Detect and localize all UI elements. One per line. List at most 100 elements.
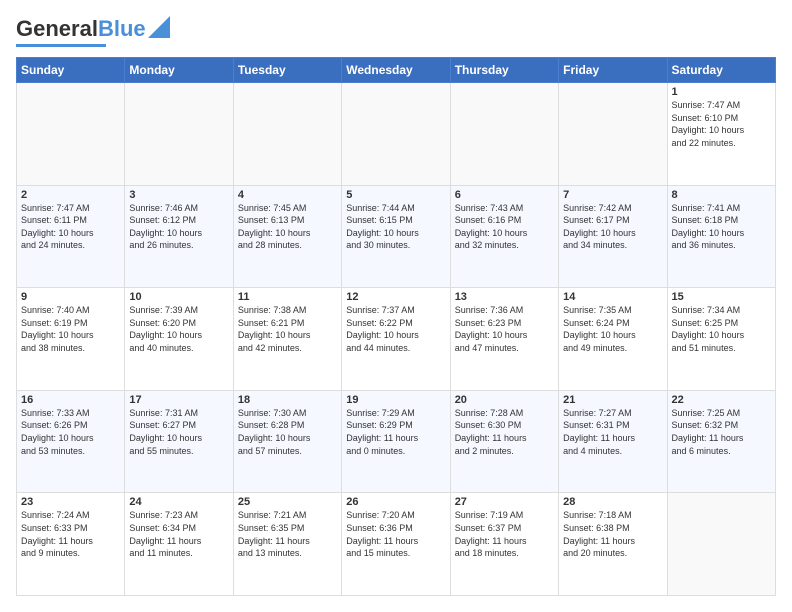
col-header-tuesday: Tuesday: [233, 58, 341, 83]
calendar-cell: 14Sunrise: 7:35 AM Sunset: 6:24 PM Dayli…: [559, 288, 667, 391]
day-number: 26: [346, 496, 445, 508]
calendar-cell: 12Sunrise: 7:37 AM Sunset: 6:22 PM Dayli…: [342, 288, 450, 391]
day-number: 9: [21, 291, 120, 303]
week-row-4: 23Sunrise: 7:24 AM Sunset: 6:33 PM Dayli…: [17, 493, 776, 596]
cell-info: Sunrise: 7:21 AM Sunset: 6:35 PM Dayligh…: [238, 509, 337, 559]
calendar-header-row: SundayMondayTuesdayWednesdayThursdayFrid…: [17, 58, 776, 83]
col-header-saturday: Saturday: [667, 58, 775, 83]
calendar-cell: 22Sunrise: 7:25 AM Sunset: 6:32 PM Dayli…: [667, 390, 775, 493]
calendar-cell: 1Sunrise: 7:47 AM Sunset: 6:10 PM Daylig…: [667, 83, 775, 186]
col-header-monday: Monday: [125, 58, 233, 83]
calendar-cell: 9Sunrise: 7:40 AM Sunset: 6:19 PM Daylig…: [17, 288, 125, 391]
calendar-cell: 19Sunrise: 7:29 AM Sunset: 6:29 PM Dayli…: [342, 390, 450, 493]
cell-info: Sunrise: 7:24 AM Sunset: 6:33 PM Dayligh…: [21, 509, 120, 559]
cell-info: Sunrise: 7:19 AM Sunset: 6:37 PM Dayligh…: [455, 509, 554, 559]
header: GeneralBlue: [16, 16, 776, 47]
day-number: 17: [129, 394, 228, 406]
day-number: 6: [455, 189, 554, 201]
calendar-cell: [559, 83, 667, 186]
cell-info: Sunrise: 7:18 AM Sunset: 6:38 PM Dayligh…: [563, 509, 662, 559]
calendar-cell: 20Sunrise: 7:28 AM Sunset: 6:30 PM Dayli…: [450, 390, 558, 493]
calendar-cell: 23Sunrise: 7:24 AM Sunset: 6:33 PM Dayli…: [17, 493, 125, 596]
cell-info: Sunrise: 7:36 AM Sunset: 6:23 PM Dayligh…: [455, 304, 554, 354]
calendar-cell: 25Sunrise: 7:21 AM Sunset: 6:35 PM Dayli…: [233, 493, 341, 596]
day-number: 28: [563, 496, 662, 508]
calendar-cell: 15Sunrise: 7:34 AM Sunset: 6:25 PM Dayli…: [667, 288, 775, 391]
calendar: SundayMondayTuesdayWednesdayThursdayFrid…: [16, 57, 776, 596]
cell-info: Sunrise: 7:31 AM Sunset: 6:27 PM Dayligh…: [129, 407, 228, 457]
calendar-cell: [17, 83, 125, 186]
calendar-cell: [342, 83, 450, 186]
cell-info: Sunrise: 7:34 AM Sunset: 6:25 PM Dayligh…: [672, 304, 771, 354]
cell-info: Sunrise: 7:30 AM Sunset: 6:28 PM Dayligh…: [238, 407, 337, 457]
day-number: 18: [238, 394, 337, 406]
cell-info: Sunrise: 7:23 AM Sunset: 6:34 PM Dayligh…: [129, 509, 228, 559]
cell-info: Sunrise: 7:45 AM Sunset: 6:13 PM Dayligh…: [238, 202, 337, 252]
day-number: 24: [129, 496, 228, 508]
calendar-cell: 3Sunrise: 7:46 AM Sunset: 6:12 PM Daylig…: [125, 185, 233, 288]
day-number: 21: [563, 394, 662, 406]
week-row-0: 1Sunrise: 7:47 AM Sunset: 6:10 PM Daylig…: [17, 83, 776, 186]
day-number: 19: [346, 394, 445, 406]
calendar-cell: [233, 83, 341, 186]
day-number: 22: [672, 394, 771, 406]
day-number: 2: [21, 189, 120, 201]
col-header-wednesday: Wednesday: [342, 58, 450, 83]
day-number: 23: [21, 496, 120, 508]
day-number: 14: [563, 291, 662, 303]
cell-info: Sunrise: 7:35 AM Sunset: 6:24 PM Dayligh…: [563, 304, 662, 354]
day-number: 8: [672, 189, 771, 201]
calendar-cell: 17Sunrise: 7:31 AM Sunset: 6:27 PM Dayli…: [125, 390, 233, 493]
day-number: 15: [672, 291, 771, 303]
calendar-cell: 10Sunrise: 7:39 AM Sunset: 6:20 PM Dayli…: [125, 288, 233, 391]
logo: GeneralBlue: [16, 16, 170, 47]
calendar-cell: [667, 493, 775, 596]
calendar-cell: 26Sunrise: 7:20 AM Sunset: 6:36 PM Dayli…: [342, 493, 450, 596]
calendar-cell: 28Sunrise: 7:18 AM Sunset: 6:38 PM Dayli…: [559, 493, 667, 596]
day-number: 16: [21, 394, 120, 406]
cell-info: Sunrise: 7:20 AM Sunset: 6:36 PM Dayligh…: [346, 509, 445, 559]
day-number: 25: [238, 496, 337, 508]
col-header-friday: Friday: [559, 58, 667, 83]
col-header-thursday: Thursday: [450, 58, 558, 83]
calendar-cell: 21Sunrise: 7:27 AM Sunset: 6:31 PM Dayli…: [559, 390, 667, 493]
day-number: 10: [129, 291, 228, 303]
cell-info: Sunrise: 7:40 AM Sunset: 6:19 PM Dayligh…: [21, 304, 120, 354]
page: GeneralBlue SundayMondayTuesdayWednesday…: [0, 0, 792, 612]
calendar-cell: [125, 83, 233, 186]
calendar-cell: 11Sunrise: 7:38 AM Sunset: 6:21 PM Dayli…: [233, 288, 341, 391]
cell-info: Sunrise: 7:47 AM Sunset: 6:10 PM Dayligh…: [672, 99, 771, 149]
day-number: 5: [346, 189, 445, 201]
calendar-cell: 24Sunrise: 7:23 AM Sunset: 6:34 PM Dayli…: [125, 493, 233, 596]
calendar-cell: 13Sunrise: 7:36 AM Sunset: 6:23 PM Dayli…: [450, 288, 558, 391]
day-number: 4: [238, 189, 337, 201]
calendar-cell: 4Sunrise: 7:45 AM Sunset: 6:13 PM Daylig…: [233, 185, 341, 288]
cell-info: Sunrise: 7:46 AM Sunset: 6:12 PM Dayligh…: [129, 202, 228, 252]
cell-info: Sunrise: 7:25 AM Sunset: 6:32 PM Dayligh…: [672, 407, 771, 457]
calendar-cell: 2Sunrise: 7:47 AM Sunset: 6:11 PM Daylig…: [17, 185, 125, 288]
cell-info: Sunrise: 7:37 AM Sunset: 6:22 PM Dayligh…: [346, 304, 445, 354]
cell-info: Sunrise: 7:42 AM Sunset: 6:17 PM Dayligh…: [563, 202, 662, 252]
day-number: 7: [563, 189, 662, 201]
logo-text: GeneralBlue: [16, 18, 146, 40]
cell-info: Sunrise: 7:41 AM Sunset: 6:18 PM Dayligh…: [672, 202, 771, 252]
day-number: 12: [346, 291, 445, 303]
calendar-cell: 6Sunrise: 7:43 AM Sunset: 6:16 PM Daylig…: [450, 185, 558, 288]
calendar-cell: 16Sunrise: 7:33 AM Sunset: 6:26 PM Dayli…: [17, 390, 125, 493]
cell-info: Sunrise: 7:39 AM Sunset: 6:20 PM Dayligh…: [129, 304, 228, 354]
logo-icon: [148, 16, 170, 38]
col-header-sunday: Sunday: [17, 58, 125, 83]
day-number: 3: [129, 189, 228, 201]
calendar-cell: 7Sunrise: 7:42 AM Sunset: 6:17 PM Daylig…: [559, 185, 667, 288]
cell-info: Sunrise: 7:38 AM Sunset: 6:21 PM Dayligh…: [238, 304, 337, 354]
day-number: 11: [238, 291, 337, 303]
calendar-cell: 27Sunrise: 7:19 AM Sunset: 6:37 PM Dayli…: [450, 493, 558, 596]
calendar-cell: 18Sunrise: 7:30 AM Sunset: 6:28 PM Dayli…: [233, 390, 341, 493]
calendar-cell: [450, 83, 558, 186]
week-row-3: 16Sunrise: 7:33 AM Sunset: 6:26 PM Dayli…: [17, 390, 776, 493]
cell-info: Sunrise: 7:47 AM Sunset: 6:11 PM Dayligh…: [21, 202, 120, 252]
cell-info: Sunrise: 7:29 AM Sunset: 6:29 PM Dayligh…: [346, 407, 445, 457]
cell-info: Sunrise: 7:43 AM Sunset: 6:16 PM Dayligh…: [455, 202, 554, 252]
calendar-cell: 5Sunrise: 7:44 AM Sunset: 6:15 PM Daylig…: [342, 185, 450, 288]
cell-info: Sunrise: 7:33 AM Sunset: 6:26 PM Dayligh…: [21, 407, 120, 457]
